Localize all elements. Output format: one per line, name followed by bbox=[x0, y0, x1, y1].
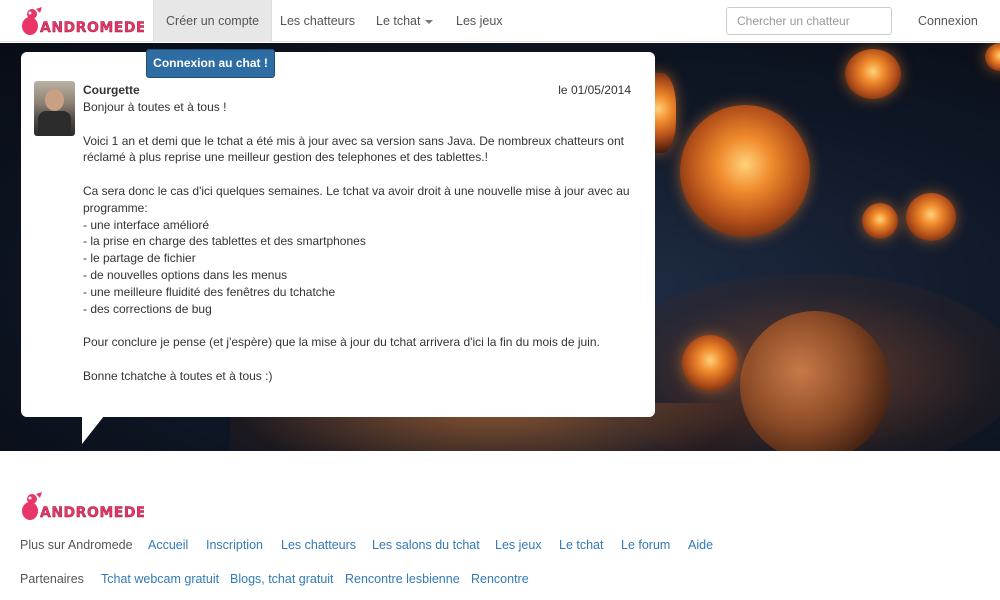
message-paragraph: Bonjour à toutes et à tous ! bbox=[83, 100, 227, 114]
footer-link-forum[interactable]: Le forum bbox=[621, 538, 670, 552]
footer-link-inscription[interactable]: Inscription bbox=[206, 538, 263, 552]
nav-les-jeux[interactable]: Les jeux bbox=[444, 0, 515, 42]
lantern bbox=[682, 335, 738, 391]
lantern bbox=[985, 43, 1000, 71]
nav-le-tchat-label: Le tchat bbox=[376, 14, 421, 28]
footer-link-tchat[interactable]: Le tchat bbox=[559, 538, 603, 552]
partner-link-lesbienne[interactable]: Rencontre lesbienne bbox=[345, 572, 460, 586]
partner-link-webcam[interactable]: Tchat webcam gratuit bbox=[101, 572, 219, 586]
connexion-dropdown[interactable]: Connexion bbox=[906, 0, 1000, 66]
author-avatar[interactable] bbox=[34, 81, 75, 136]
message-paragraph: Ca sera donc le cas d'ici quelques semai… bbox=[83, 183, 630, 316]
connexion-chat-button[interactable]: Connexion au chat ! bbox=[146, 49, 275, 78]
svg-text:ANDROMEDE: ANDROMEDE bbox=[40, 505, 144, 521]
message-author[interactable]: Courgette bbox=[83, 83, 140, 97]
footer-link-salons[interactable]: Les salons du tchat bbox=[372, 538, 480, 552]
speech-bubble-tail bbox=[82, 416, 104, 444]
nav-les-chatteurs[interactable]: Les chatteurs bbox=[268, 0, 367, 42]
avatar-face bbox=[45, 89, 64, 111]
footer-link-aide[interactable]: Aide bbox=[688, 538, 713, 552]
footer-link-jeux[interactable]: Les jeux bbox=[495, 538, 542, 552]
footer-andromede-logo[interactable]: ANDROMEDE bbox=[18, 490, 144, 522]
footer-more-row: Plus sur Andromede Accueil Inscription L… bbox=[20, 538, 980, 556]
nav-creer-compte[interactable]: Créer un compte bbox=[153, 0, 273, 42]
footer-link-accueil[interactable]: Accueil bbox=[148, 538, 188, 552]
footer-link-chatteurs[interactable]: Les chatteurs bbox=[281, 538, 356, 552]
message-paragraph: Voici 1 an et demi que le tchat a été mi… bbox=[83, 133, 624, 165]
partner-link-blogs[interactable]: Blogs, tchat gratuit bbox=[230, 572, 334, 586]
hero-person bbox=[740, 311, 890, 451]
nav-le-tchat[interactable]: Le tchat bbox=[364, 0, 445, 42]
message-body: Bonjour à toutes et à tous ! Voici 1 an … bbox=[83, 99, 643, 385]
lantern bbox=[906, 193, 956, 241]
message-paragraph: Bonne tchatche à toutes et à tous :) bbox=[83, 368, 273, 383]
connexion-label: Connexion bbox=[918, 14, 978, 28]
caret-down-icon bbox=[425, 19, 434, 24]
footer-more-label: Plus sur Andromede bbox=[20, 538, 133, 552]
lantern bbox=[845, 49, 901, 99]
svg-text:ANDROMEDE: ANDROMEDE bbox=[40, 20, 144, 36]
lantern bbox=[862, 203, 898, 239]
footer-partners-label: Partenaires bbox=[20, 572, 84, 586]
footer-partners-row: Partenaires Tchat webcam gratuit Blogs, … bbox=[20, 572, 980, 590]
search-chatteur-input[interactable] bbox=[726, 7, 892, 35]
news-message-card: Courgette le 01/05/2014 Bonjour à toutes… bbox=[21, 52, 655, 417]
message-date: le 01/05/2014 bbox=[558, 83, 631, 97]
andromede-logo[interactable]: ANDROMEDE bbox=[18, 5, 144, 37]
message-paragraph: Pour conclure je pense (et j'espère) que… bbox=[83, 335, 600, 350]
partner-link-rencontre[interactable]: Rencontre bbox=[471, 572, 529, 586]
top-navbar: ANDROMEDE Créer un compte Les chatteurs … bbox=[0, 0, 1000, 66]
lantern-large bbox=[680, 105, 810, 237]
avatar-body bbox=[38, 111, 71, 136]
